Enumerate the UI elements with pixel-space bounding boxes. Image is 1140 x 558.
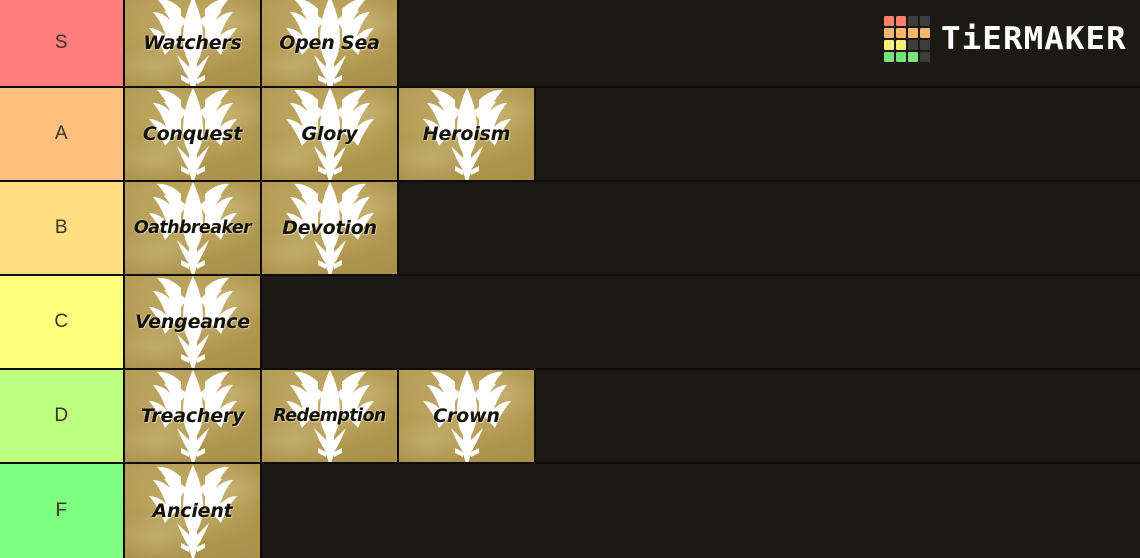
- tier-item[interactable]: Ancient: [125, 464, 262, 558]
- tier-item[interactable]: Oathbreaker: [125, 182, 262, 274]
- tier-label-c[interactable]: C: [0, 276, 125, 368]
- logo-grid-cell: [896, 40, 907, 50]
- tier-label-a[interactable]: A: [0, 88, 125, 180]
- tier-item[interactable]: Redemption: [262, 370, 399, 462]
- tier-item-label: Glory: [301, 122, 358, 145]
- tier-items-container[interactable]: Conquest Glory Heroism: [125, 88, 1140, 180]
- logo-grid-cell: [920, 28, 931, 38]
- tier-row: C Vengeance: [0, 276, 1140, 370]
- tier-list-board: TiERMAKER S Watchers Open Sea A Conquest…: [0, 0, 1140, 558]
- tier-item[interactable]: Devotion: [262, 182, 399, 274]
- tier-item-label: Crown: [433, 404, 500, 427]
- tier-item-label: Treachery: [140, 404, 245, 427]
- logo-grid-cell: [884, 40, 895, 50]
- tier-item-label: Ancient: [152, 499, 233, 522]
- logo-grid-cell: [920, 52, 931, 62]
- tier-row: A Conquest Glory Heroism: [0, 88, 1140, 182]
- logo-grid-cell: [896, 28, 907, 38]
- tier-items-container[interactable]: Vengeance: [125, 276, 1140, 368]
- tier-label-s[interactable]: S: [0, 0, 125, 86]
- tier-item-label: Devotion: [282, 216, 377, 239]
- tier-label-f[interactable]: F: [0, 464, 125, 558]
- tier-item[interactable]: Crown: [399, 370, 536, 462]
- tier-item-label: Heroism: [422, 122, 511, 145]
- tier-row: B Oathbreaker Devotion: [0, 182, 1140, 276]
- tier-items-container[interactable]: Oathbreaker Devotion: [125, 182, 1140, 274]
- tier-item-label: Open Sea: [279, 31, 380, 54]
- tier-items-container[interactable]: Ancient: [125, 464, 1140, 558]
- tiermaker-logo: TiERMAKER: [884, 16, 1126, 62]
- logo-grid-cell: [908, 52, 919, 62]
- tier-label-d[interactable]: D: [0, 370, 125, 462]
- tier-item-label: Oathbreaker: [133, 217, 252, 238]
- logo-grid-cell: [884, 52, 895, 62]
- logo-grid-cell: [908, 28, 919, 38]
- logo-wordmark: TiERMAKER: [941, 20, 1127, 57]
- tier-item[interactable]: Conquest: [125, 88, 262, 180]
- tier-item[interactable]: Watchers: [125, 0, 262, 86]
- logo-grid-icon: [884, 16, 931, 62]
- tier-item-label: Vengeance: [135, 310, 250, 333]
- tier-item-label: Redemption: [273, 405, 386, 426]
- tier-label-b[interactable]: B: [0, 182, 125, 274]
- logo-grid-cell: [884, 28, 895, 38]
- logo-grid-cell: [908, 40, 919, 50]
- tier-item[interactable]: Vengeance: [125, 276, 262, 368]
- tier-row: F Ancient: [0, 464, 1140, 558]
- logo-grid-cell: [920, 16, 931, 26]
- tier-item[interactable]: Treachery: [125, 370, 262, 462]
- logo-grid-cell: [920, 40, 931, 50]
- logo-grid-cell: [884, 16, 895, 26]
- tier-items-container[interactable]: Treachery Redemption Crown: [125, 370, 1140, 462]
- logo-grid-cell: [896, 52, 907, 62]
- tier-item[interactable]: Heroism: [399, 88, 536, 180]
- tier-item[interactable]: Open Sea: [262, 0, 399, 86]
- logo-grid-cell: [896, 16, 907, 26]
- tier-item-label: Watchers: [143, 31, 242, 54]
- tier-item[interactable]: Glory: [262, 88, 399, 180]
- tier-item-label: Conquest: [142, 122, 243, 145]
- tier-row: D Treachery Redemption Crown: [0, 370, 1140, 464]
- logo-grid-cell: [908, 16, 919, 26]
